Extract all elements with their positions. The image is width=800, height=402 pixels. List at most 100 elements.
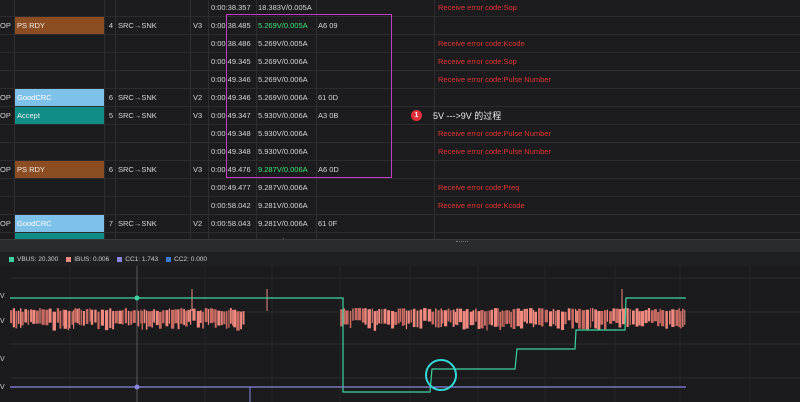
cell-ver xyxy=(193,35,207,52)
legend-item[interactable]: VBUS: 20.300 xyxy=(9,256,58,263)
ibus-sample xyxy=(217,310,221,326)
table-row[interactable]: 0:00:49.345 5.269V/0.006A Receive error co… xyxy=(0,53,800,71)
cell-dir xyxy=(118,197,188,214)
cell-op: OP xyxy=(0,21,11,30)
ibus-sample xyxy=(185,310,188,327)
ibus-sample xyxy=(590,308,592,328)
ibus-sample xyxy=(564,311,567,325)
ibus-sample xyxy=(24,309,28,323)
y-axis-label: V xyxy=(0,293,5,300)
ibus-sample xyxy=(534,311,538,325)
ibus-sample xyxy=(490,309,494,326)
ibus-sample xyxy=(183,308,185,326)
table-row[interactable]: 0:00:58.042 9.281V/0.006A Receive error co… xyxy=(0,197,800,215)
cell-vi: 9.281V/0.006A xyxy=(258,219,308,228)
cell-op: OP xyxy=(0,165,11,174)
message-log-table[interactable]: 0:00:38.357 18.383V/0.005A Receive error c… xyxy=(0,0,800,239)
ibus-sample xyxy=(41,309,45,325)
ibus-sample xyxy=(632,310,635,325)
ibus-sample xyxy=(242,311,245,325)
cell-msg xyxy=(15,197,104,214)
legend-swatch-icon xyxy=(66,256,72,262)
cell-note: Receive error code:Sop xyxy=(438,57,517,66)
ibus-sample xyxy=(90,309,94,325)
cell-msg xyxy=(15,0,104,16)
ibus-sample xyxy=(73,310,75,329)
cell-op xyxy=(0,53,14,70)
ibus-sample xyxy=(82,310,85,326)
ibus-sample xyxy=(678,308,680,328)
ibus-sample xyxy=(615,308,619,323)
cell-ver: V3 xyxy=(193,21,203,30)
ibus-sample xyxy=(465,309,469,329)
cell-dir xyxy=(118,71,188,88)
legend-item[interactable]: CC1: 1.743 xyxy=(117,256,158,263)
table-row[interactable]: OP GoodCRC 7 SRC→SNK V2 0:00:58.043 9.281V/0.0… xyxy=(0,215,800,233)
ibus-sample xyxy=(575,308,577,323)
ibus-sample xyxy=(443,310,448,327)
ibus-sample xyxy=(199,310,202,323)
cell-dir xyxy=(118,53,188,70)
ibus-sample xyxy=(401,308,404,326)
ibus-sample xyxy=(15,311,18,329)
ibus-sample xyxy=(486,311,488,331)
ibus-sample xyxy=(454,311,457,325)
ibus-sample xyxy=(394,311,398,325)
ibus-sample xyxy=(141,310,143,330)
ibus-sample xyxy=(153,309,156,323)
ibus-sample xyxy=(606,309,609,322)
ibus-sample xyxy=(640,311,645,327)
ibus-sample xyxy=(63,309,68,329)
ibus-sample xyxy=(27,310,30,325)
cell-op: OP xyxy=(0,219,11,228)
ibus-sample xyxy=(367,309,371,329)
table-row[interactable]: OP PS RDY 4 SRC→SNK V3 0:00:38.485 5.269V/0.00… xyxy=(0,17,800,35)
ibus-sample xyxy=(97,311,100,330)
cell-id xyxy=(106,71,116,88)
ibus-sample xyxy=(456,308,459,326)
ibus-sample xyxy=(69,310,71,329)
waveform-plot[interactable]: V V V V xyxy=(0,266,800,402)
table-row[interactable]: 0:00:49.348 5.930V/0.006A Receive error co… xyxy=(0,125,800,143)
ibus-sample xyxy=(675,309,679,326)
table-row[interactable]: 0:00:49.346 5.269V/0.006A Receive error co… xyxy=(0,71,800,89)
cell-id xyxy=(106,35,116,52)
cell-raw: 61 0F xyxy=(318,219,338,228)
ibus-sample xyxy=(76,308,79,324)
cell-msg: GoodCRC xyxy=(15,89,104,106)
ibus-sample xyxy=(412,308,416,328)
ibus-sample xyxy=(190,309,192,325)
cell-note xyxy=(438,215,798,232)
splitter-grip-icon[interactable] xyxy=(456,241,468,243)
ibus-sample xyxy=(516,308,520,327)
ibus-sample xyxy=(410,309,413,323)
ibus-sample xyxy=(671,309,675,327)
legend-item[interactable]: CC2: 0.000 xyxy=(166,256,207,263)
ibus-sample xyxy=(480,310,484,329)
pane-splitter[interactable] xyxy=(0,239,800,252)
table-row[interactable]: 0:00:38.486 5.269V/0.005A Receive error co… xyxy=(0,35,800,53)
table-row[interactable]: 0:00:49.348 5.930V/0.006A Receive error co… xyxy=(0,143,800,161)
ibus-sample xyxy=(407,310,410,324)
table-row[interactable]: OP GoodCRC 6 SRC→SNK V2 0:00:49.346 5.269V/0.0… xyxy=(0,89,800,107)
ibus-sample xyxy=(132,310,136,323)
ibus-sample xyxy=(618,309,622,328)
table-row[interactable]: 0:00:49.477 9.287V/0.006A Receive error co… xyxy=(0,179,800,197)
ibus-sample xyxy=(59,310,62,329)
waveform-canvas[interactable] xyxy=(0,266,800,402)
legend-item[interactable]: IBUS: 0.006 xyxy=(66,256,109,263)
cell-ver: V3 xyxy=(193,111,203,120)
cell-id xyxy=(106,179,116,196)
ibus-sample xyxy=(364,308,367,325)
cell-raw xyxy=(318,179,358,196)
ibus-sample xyxy=(391,310,395,329)
ibus-sample xyxy=(130,311,133,325)
ibus-sample xyxy=(35,310,39,324)
table-row[interactable]: OP PS RDY 6 SRC→SNK V3 0:00:49.476 9.287V/0.00… xyxy=(0,161,800,179)
cell-ver xyxy=(193,197,207,214)
cell-op: OP xyxy=(0,93,11,102)
table-row[interactable]: OP Accept 5 SRC→SNK V3 0:00:49.347 5.930V/0.00… xyxy=(0,107,800,125)
ibus-sample xyxy=(381,309,383,324)
ibus-sample xyxy=(225,311,228,329)
table-row[interactable]: 0:00:38.357 18.383V/0.005A Receive error c… xyxy=(0,0,800,17)
